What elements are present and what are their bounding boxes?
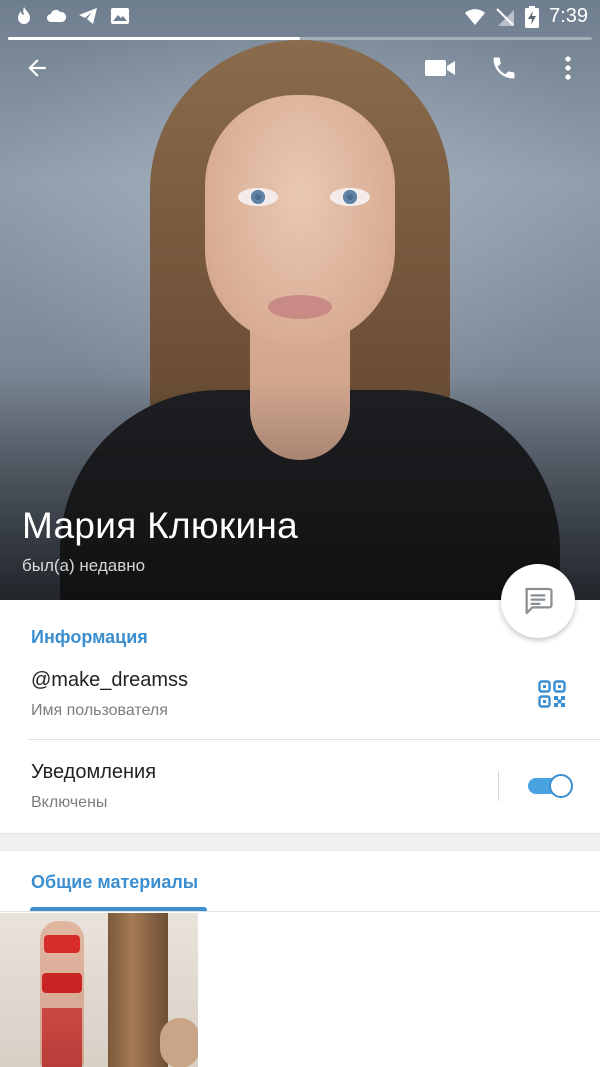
media-thumbnail[interactable] — [0, 913, 198, 1067]
battery-charging-icon — [525, 5, 540, 28]
wifi-icon — [465, 8, 486, 25]
qr-code-icon[interactable] — [538, 680, 566, 708]
more-vertical-icon — [565, 56, 571, 80]
photo-eye — [330, 188, 370, 206]
message-button[interactable] — [501, 564, 575, 638]
thumb-door — [108, 913, 168, 1067]
more-button[interactable] — [550, 50, 586, 86]
info-divider — [28, 739, 600, 740]
story-progress-bar — [8, 37, 592, 40]
thumb-detail — [42, 1008, 82, 1067]
video-call-icon — [425, 60, 455, 76]
story-progress-fill — [8, 37, 300, 40]
video-call-button[interactable] — [422, 50, 458, 86]
photo-mouth — [268, 295, 332, 319]
toggle-separator — [498, 771, 499, 801]
thumb-detail — [44, 935, 80, 953]
status-bar: 7:39 — [0, 0, 600, 34]
notifications-title: Уведомления — [31, 761, 157, 783]
cloud-icon — [47, 9, 66, 22]
thumb-pet — [160, 1018, 198, 1067]
info-section-title: Информация — [31, 627, 148, 647]
notifications-toggle[interactable] — [528, 774, 573, 798]
no-sim-icon — [496, 7, 515, 26]
telegram-icon — [79, 8, 97, 24]
call-button[interactable] — [486, 50, 522, 86]
flame-icon — [18, 7, 30, 24]
section-separator — [0, 833, 600, 851]
back-button[interactable] — [19, 50, 55, 86]
toggle-knob — [549, 774, 573, 798]
phone-icon — [493, 57, 515, 79]
thumb-detail — [42, 973, 82, 993]
last-seen-status: был(а) недавно — [22, 556, 146, 575]
image-icon — [111, 8, 129, 24]
tab-divider — [0, 911, 600, 912]
notifications-state: Включены — [31, 794, 108, 811]
username-label: Имя пользователя — [31, 702, 168, 719]
photo-eye — [238, 188, 278, 206]
tab-shared-media[interactable]: Общие материалы — [31, 872, 198, 893]
clock: 7:39 — [549, 5, 588, 27]
message-icon — [525, 587, 553, 615]
username-value[interactable]: @make_dreamss — [31, 669, 188, 692]
back-arrow-icon — [28, 59, 46, 77]
profile-name: Мария Клюкина — [22, 505, 299, 546]
